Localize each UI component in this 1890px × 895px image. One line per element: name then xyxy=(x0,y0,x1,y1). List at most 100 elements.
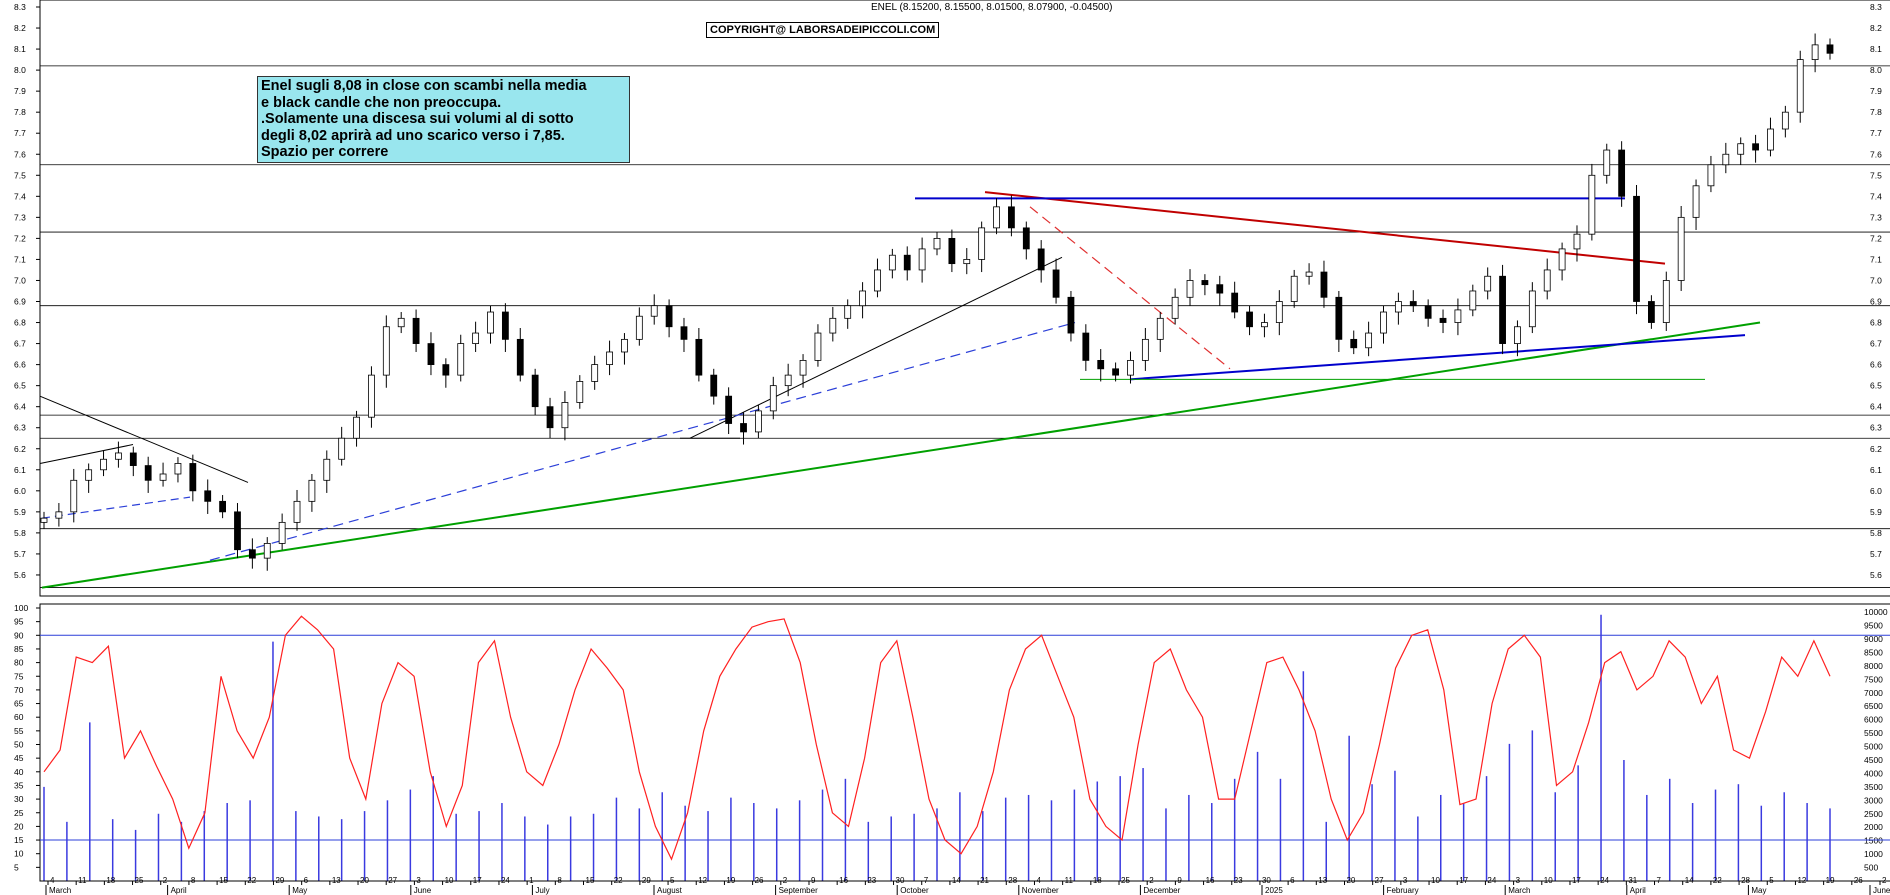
candle-body xyxy=(397,317,405,328)
y-tick-label: 6.2 xyxy=(1870,444,1882,454)
candle-body xyxy=(129,452,137,466)
candle-body xyxy=(1409,301,1417,307)
candle-body xyxy=(1781,111,1789,130)
y-tick-label: 3500 xyxy=(1864,782,1883,792)
x-tick-label: 20 xyxy=(1346,876,1355,885)
month-label: May xyxy=(1751,886,1766,895)
candle-body xyxy=(546,406,554,429)
x-tick-label: 22 xyxy=(247,876,256,885)
candle-body xyxy=(1320,271,1328,298)
candle-body xyxy=(1127,359,1134,376)
x-tick-label: 17 xyxy=(1459,876,1468,885)
y-tick-label: 8.1 xyxy=(1870,44,1882,54)
candle-body xyxy=(1633,195,1640,302)
month-label: July xyxy=(535,886,549,895)
candle-body xyxy=(219,500,227,513)
x-tick-label: 18 xyxy=(106,876,115,885)
x-tick-label: 25 xyxy=(135,876,144,885)
candle-body xyxy=(442,364,450,376)
y-tick-label: 55 xyxy=(14,726,24,736)
candle-body xyxy=(1677,216,1685,281)
y-tick-label: 30 xyxy=(14,794,24,804)
candle-body xyxy=(1767,128,1774,151)
candle-body xyxy=(263,543,271,559)
candle-body xyxy=(1588,174,1596,235)
y-tick-label: 6.5 xyxy=(14,381,26,391)
candle-body xyxy=(1439,317,1447,323)
x-tick-label: 16 xyxy=(1206,876,1215,885)
y-tick-label: 35 xyxy=(14,780,24,790)
candle-body xyxy=(799,359,807,376)
y-tick-label: 7.2 xyxy=(1870,233,1882,243)
y-tick-label: 6.0 xyxy=(1870,486,1882,496)
y-tick-label: 7.0 xyxy=(14,275,26,285)
x-tick-label: 30 xyxy=(1262,876,1271,885)
x-tick-label: 23 xyxy=(867,876,876,885)
candle-body xyxy=(1707,164,1715,187)
trendlines xyxy=(39,191,1761,589)
y-tick-label: 5.7 xyxy=(1870,549,1882,559)
month-label: March xyxy=(49,886,71,895)
candle-body xyxy=(1737,143,1745,155)
y-tick-label: 25 xyxy=(14,808,24,818)
candle-body xyxy=(293,500,301,523)
month-label: June xyxy=(414,886,432,895)
y-tick-label: 8.2 xyxy=(1870,23,1882,33)
x-tick-label: 27 xyxy=(1375,876,1384,885)
y-tick-label: 6.9 xyxy=(14,297,26,307)
y-tick-label: 6.6 xyxy=(1870,360,1882,370)
candle-body xyxy=(1097,359,1105,370)
candle-body xyxy=(1350,338,1358,349)
y-tick-label: 6000 xyxy=(1864,715,1883,725)
y-tick-label: 60 xyxy=(14,712,24,722)
x-tick-label: 18 xyxy=(1093,876,1102,885)
y-tick-label: 45 xyxy=(14,753,24,763)
y-tick-label: 6.4 xyxy=(14,402,26,412)
x-tick-label: 31 xyxy=(1628,876,1637,885)
y-tick-label: 5.6 xyxy=(1870,570,1882,580)
y-tick-label: 8.0 xyxy=(14,65,26,75)
y-tick-label: 7.9 xyxy=(1870,86,1882,96)
x-tick-label: 27 xyxy=(388,876,397,885)
y-tick-label: 5500 xyxy=(1864,728,1883,738)
candle-body xyxy=(665,305,673,328)
y-tick-label: 10 xyxy=(14,849,24,859)
volume-y-axis-right: 500 1000 1500 2000 2500 3000 3500 4000 4500 5000 5… xyxy=(1864,607,1888,872)
candle-body xyxy=(1603,149,1611,176)
x-tick-label: 9 xyxy=(1177,876,1182,885)
month-label: June xyxy=(1873,886,1890,895)
candle-body xyxy=(144,465,152,481)
y-tick-label: 7.7 xyxy=(14,128,26,138)
candle-body xyxy=(1156,317,1164,340)
candle-body xyxy=(70,479,78,513)
y-tick-label: 8.3 xyxy=(1870,2,1882,12)
candle-body xyxy=(174,463,182,475)
x-tick-label: 25 xyxy=(1121,876,1130,885)
x-tick-label: 29 xyxy=(642,876,651,885)
y-tick-label: 15 xyxy=(14,835,24,845)
x-tick-label: 12 xyxy=(1797,876,1806,885)
candle-body xyxy=(1394,301,1402,313)
x-tick-label: 30 xyxy=(896,876,905,885)
candle-body xyxy=(1618,149,1626,197)
x-tick-label: 5 xyxy=(670,876,675,885)
y-tick-label: 2500 xyxy=(1864,809,1883,819)
candle-body xyxy=(829,317,837,334)
candle-body xyxy=(85,469,93,481)
x-tick-label: 24 xyxy=(501,876,510,885)
x-tick-label: 2 xyxy=(163,876,168,885)
x-tick-label: 14 xyxy=(1685,876,1694,885)
candle-body xyxy=(784,374,792,387)
y-tick-label: 20 xyxy=(14,821,24,831)
y-tick-label: 8.2 xyxy=(14,23,26,33)
candle-body xyxy=(1141,338,1149,361)
candle-body xyxy=(1231,292,1239,313)
candle-body xyxy=(710,374,718,397)
x-tick-label: 1 xyxy=(529,876,534,885)
y-tick-label: 4000 xyxy=(1864,768,1883,778)
dashed-trendline xyxy=(1029,206,1231,370)
downtrend-line xyxy=(39,395,249,483)
candle-body xyxy=(695,338,703,376)
candle-body xyxy=(1514,326,1521,344)
annotation-box: Enel sugli 8,08 in close con scambi nell… xyxy=(257,76,630,163)
